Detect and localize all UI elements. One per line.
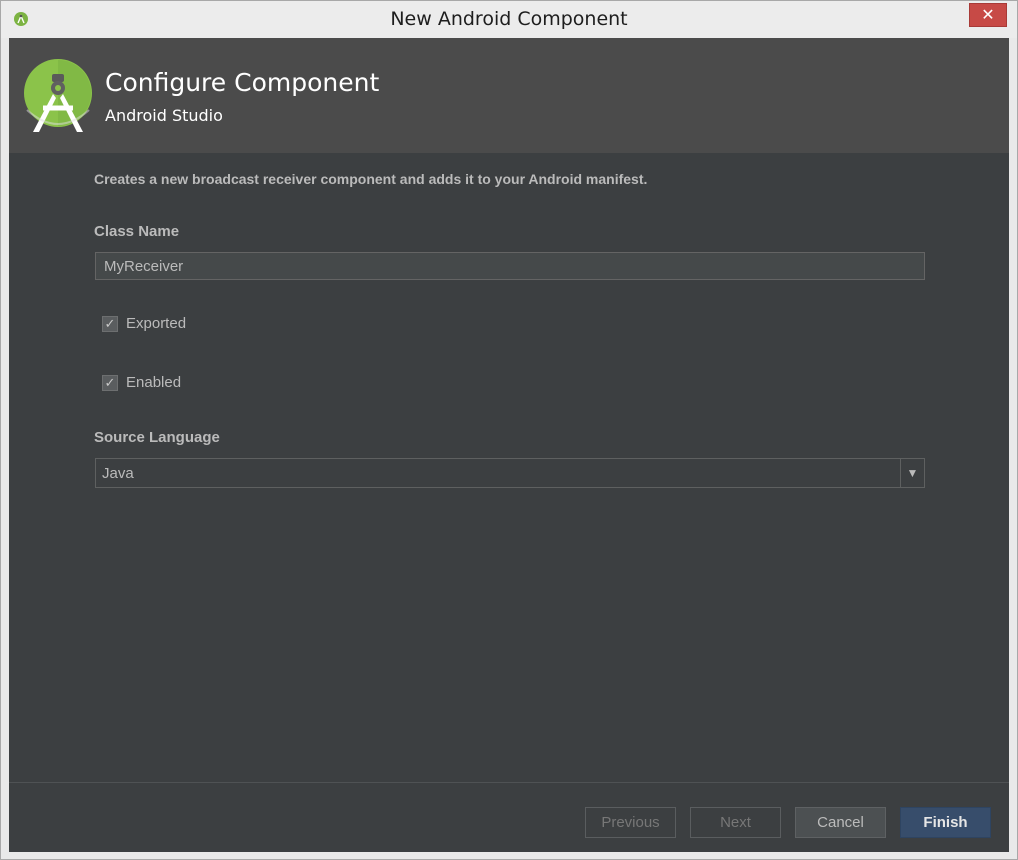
title-bar[interactable]: New Android Component ✕: [1, 1, 1017, 38]
component-description: Creates a new broadcast receiver compone…: [94, 171, 648, 187]
android-studio-logo: [24, 59, 92, 132]
footer-divider: [9, 782, 1009, 783]
dialog-window: New Android Component ✕ Configure Compon…: [0, 0, 1018, 860]
class-name-input[interactable]: [95, 252, 925, 280]
header-title: Configure Component: [105, 68, 380, 97]
source-language-label: Source Language: [94, 429, 220, 446]
source-language-value: Java: [102, 465, 134, 482]
dialog-content: Configure Component Android Studio Creat…: [9, 38, 1009, 852]
checkmark-icon: ✓: [104, 316, 116, 331]
source-language-select[interactable]: Java ▼: [95, 458, 925, 488]
chevron-down-icon[interactable]: ▼: [900, 459, 924, 487]
exported-label: Exported: [126, 315, 187, 332]
checkmark-icon: ✓: [104, 375, 116, 390]
window-title: New Android Component: [390, 8, 628, 30]
dialog-header: Configure Component Android Studio: [9, 38, 1009, 153]
enabled-label: Enabled: [126, 374, 182, 391]
header-subtitle: Android Studio: [105, 106, 223, 125]
close-icon: ✕: [981, 5, 995, 24]
finish-button[interactable]: Finish: [900, 807, 991, 838]
previous-button[interactable]: Previous: [585, 807, 676, 838]
next-button[interactable]: Next: [690, 807, 781, 838]
cancel-button[interactable]: Cancel: [795, 807, 886, 838]
enabled-checkbox[interactable]: ✓: [102, 375, 118, 391]
exported-checkbox[interactable]: ✓: [102, 316, 118, 332]
class-name-label: Class Name: [94, 223, 180, 240]
close-button[interactable]: ✕: [969, 3, 1007, 27]
